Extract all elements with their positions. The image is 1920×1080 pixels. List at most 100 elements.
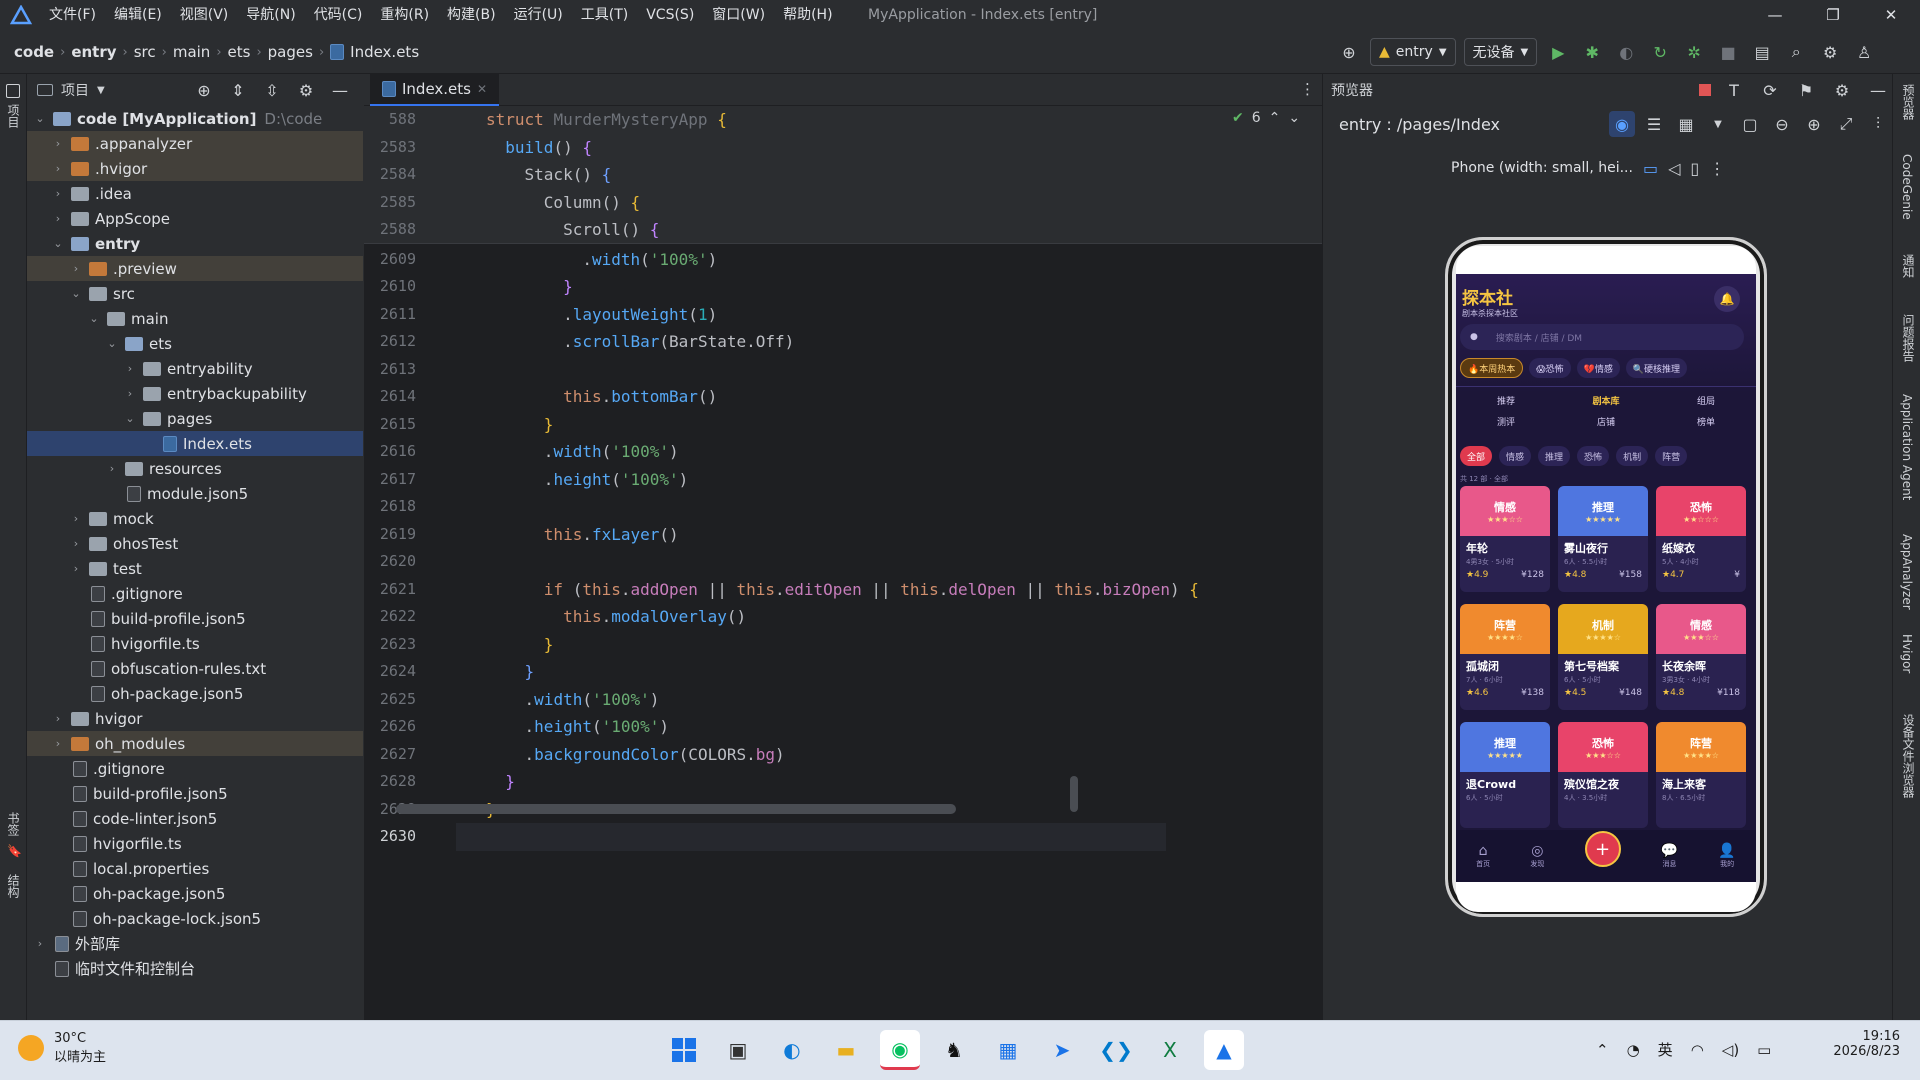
- tool-problems[interactable]: 问题报告: [1900, 314, 1917, 362]
- tree-item[interactable]: local.properties: [27, 856, 363, 881]
- grid-icon[interactable]: ▦: [1673, 111, 1699, 137]
- tree-item[interactable]: oh-package.json5: [27, 681, 363, 706]
- device-dropdown[interactable]: 无设备 ▼: [1463, 38, 1538, 66]
- chevron-right-icon[interactable]: ›: [123, 362, 137, 375]
- tree-item[interactable]: › AppScope: [27, 206, 363, 231]
- ime-indicator[interactable]: 英: [1658, 1039, 1673, 1060]
- deveco-taskbar-icon[interactable]: ▲: [1204, 1030, 1244, 1070]
- tab-rankings[interactable]: 榜单: [1656, 415, 1756, 428]
- qq-icon[interactable]: ♞: [934, 1030, 974, 1070]
- tree-item[interactable]: ⌄ main: [27, 306, 363, 331]
- excel-icon[interactable]: X: [1150, 1030, 1190, 1070]
- wifi-icon[interactable]: ◠: [1691, 1041, 1704, 1059]
- multi-device-icon[interactable]: ▯: [1690, 159, 1699, 178]
- project-tool-icon[interactable]: [6, 84, 20, 98]
- tab-review[interactable]: 测评: [1456, 415, 1556, 428]
- more-options-icon[interactable]: ⋮: [1709, 159, 1725, 178]
- frame-icon[interactable]: ▢: [1737, 111, 1763, 137]
- preview-eye-icon[interactable]: ◉: [1609, 111, 1635, 137]
- menu-code[interactable]: 代码(C): [305, 0, 372, 30]
- tool-app-agent[interactable]: Application Agent: [1900, 394, 1914, 500]
- chip-emotion[interactable]: 💔情感: [1576, 358, 1620, 378]
- bookmark-icon[interactable]: 🔖: [7, 844, 22, 858]
- add-button[interactable]: +: [1584, 831, 1621, 867]
- profile-icon[interactable]: ✲: [1681, 39, 1707, 65]
- tree-item[interactable]: build-profile.json5: [27, 781, 363, 806]
- script-card[interactable]: 恐怖 ★★★☆☆ 殡仪馆之夜 4人 · 3.5小时: [1558, 722, 1648, 828]
- locate-icon[interactable]: ⊕: [191, 77, 217, 103]
- project-view-label[interactable]: 项目: [61, 80, 89, 100]
- vertical-scrollbar[interactable]: [1070, 776, 1078, 812]
- script-card[interactable]: 推理 ★★★★★ 雾山夜行 6人 · 5.5小时 ★4.8 ¥158: [1558, 486, 1648, 592]
- network-status-icon[interactable]: ◔: [1627, 1041, 1640, 1059]
- nav-profile[interactable]: 👤 我的: [1718, 843, 1735, 869]
- expand-all-icon[interactable]: ⇕: [225, 77, 251, 103]
- filter-mechanic[interactable]: 机制: [1616, 446, 1649, 466]
- minimize-icon[interactable]: —: [1746, 0, 1804, 30]
- chevron-right-icon[interactable]: ›: [123, 387, 137, 400]
- layers-icon[interactable]: ☰: [1641, 111, 1667, 137]
- run-config-dropdown[interactable]: ▲ entry ▼: [1370, 38, 1456, 66]
- tree-item[interactable]: › test: [27, 556, 363, 581]
- breadcrumb-main[interactable]: main: [173, 43, 210, 61]
- store-icon[interactable]: ▦: [988, 1030, 1028, 1070]
- close-tab-icon[interactable]: ✕: [477, 82, 487, 96]
- script-card[interactable]: 情感 ★★★☆☆ 长夜余晖 3男3女 · 4小时 ★4.8 ¥118: [1656, 604, 1746, 710]
- refresh-icon[interactable]: ⟳: [1757, 77, 1783, 103]
- menu-navigate[interactable]: 导航(N): [237, 0, 304, 30]
- weather-widget[interactable]: 30°C 以晴为主: [18, 1031, 106, 1065]
- nav-home[interactable]: ⌂ 首页: [1476, 843, 1490, 869]
- ruler-icon[interactable]: ⫶: [1865, 111, 1891, 137]
- menu-refactor[interactable]: 重构(R): [371, 0, 438, 30]
- chevron-down-icon[interactable]: ⌄: [87, 312, 101, 325]
- structure-tool-label[interactable]: 结构: [5, 874, 22, 898]
- tree-item[interactable]: hvigorfile.ts: [27, 631, 363, 656]
- tree-item[interactable]: Index.ets: [27, 431, 363, 456]
- tool-previewer[interactable]: 预览器: [1900, 84, 1917, 120]
- bookmarks-tool-label[interactable]: 书签: [5, 812, 22, 836]
- menu-window[interactable]: 窗口(W): [703, 0, 774, 30]
- chevron-right-icon[interactable]: ›: [69, 262, 83, 275]
- script-card[interactable]: 阵营 ★★★★☆ 孤城闭 7人 · 6小时 ★4.6 ¥138: [1460, 604, 1550, 710]
- menu-tools[interactable]: 工具(T): [572, 0, 637, 30]
- stop-icon[interactable]: ■: [1715, 39, 1741, 65]
- tree-item[interactable]: › mock: [27, 506, 363, 531]
- inspect-icon[interactable]: ⚑: [1793, 77, 1819, 103]
- tree-item[interactable]: oh-package-lock.json5: [27, 906, 363, 931]
- chevron-right-icon[interactable]: ›: [51, 187, 65, 200]
- collapse-all-icon[interactable]: ⇳: [259, 77, 285, 103]
- breadcrumb-pages[interactable]: pages: [268, 43, 313, 61]
- script-card[interactable]: 推理 ★★★★★ 退Crowd 6人 · 5小时: [1460, 722, 1550, 828]
- start-icon[interactable]: [664, 1030, 704, 1070]
- bell-icon[interactable]: 🔔: [1714, 286, 1740, 312]
- font-size-icon[interactable]: T: [1721, 77, 1747, 103]
- tab-group[interactable]: 组局: [1656, 394, 1756, 407]
- chevron-right-icon[interactable]: ›: [51, 737, 65, 750]
- tree-item[interactable]: › .hvigor: [27, 156, 363, 181]
- close-icon[interactable]: ✕: [1862, 0, 1920, 30]
- zoom-in-icon[interactable]: ⊕: [1801, 111, 1827, 137]
- chevron-down-icon[interactable]: ▼: [1705, 111, 1731, 137]
- filter-logic[interactable]: 推理: [1538, 446, 1571, 466]
- hide-icon[interactable]: —: [327, 77, 353, 103]
- filter-all[interactable]: 全部: [1460, 446, 1493, 466]
- project-structure-icon[interactable]: ▤: [1749, 39, 1775, 65]
- chip-logic[interactable]: 🔍硬核推理: [1625, 358, 1688, 378]
- tree-item[interactable]: › entrybackupability: [27, 381, 363, 406]
- settings-icon[interactable]: ⚙: [1829, 77, 1855, 103]
- tab-script-library[interactable]: 剧本库: [1556, 394, 1656, 407]
- project-tool-label[interactable]: 项目: [5, 104, 22, 128]
- chevron-down-icon[interactable]: ⌄: [51, 237, 65, 250]
- chevron-down-icon[interactable]: ⌄: [69, 287, 83, 300]
- breadcrumb-code[interactable]: code: [14, 43, 54, 61]
- settings-icon[interactable]: ⚙: [1817, 39, 1843, 65]
- code-text[interactable]: struct MurderMysteryApp { build() { Stac…: [456, 106, 1316, 851]
- tab-index-ets[interactable]: Index.ets ✕: [370, 73, 500, 106]
- volume-icon[interactable]: ◁): [1722, 1041, 1739, 1059]
- tree-item[interactable]: › oh_modules: [27, 731, 363, 756]
- menu-edit[interactable]: 编辑(E): [105, 0, 171, 30]
- stop-preview-icon[interactable]: [1699, 84, 1711, 96]
- search-icon[interactable]: ⌕: [1783, 39, 1809, 65]
- vscode-icon[interactable]: ❮❯: [1096, 1030, 1136, 1070]
- menu-vcs[interactable]: VCS(S): [637, 0, 703, 30]
